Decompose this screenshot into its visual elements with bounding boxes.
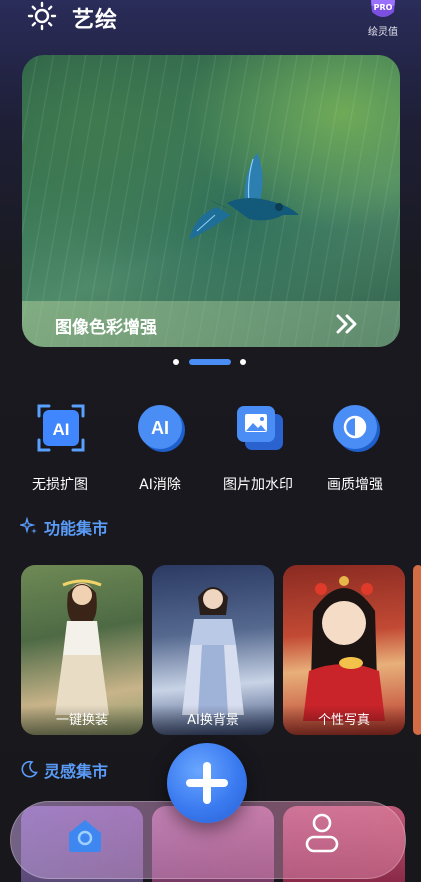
sun-icon[interactable] [27, 1, 57, 31]
moon-icon [21, 760, 38, 778]
tool-label: 图片加水印 [223, 477, 293, 493]
pager-dot-1[interactable] [173, 359, 179, 365]
ai-expand-icon-text: AI [53, 420, 70, 439]
tool-label: AI消除 [139, 477, 181, 493]
ai-erase-icon: AI [138, 405, 185, 452]
feature-card-ai-background[interactable]: AI换背景 [152, 565, 274, 735]
pro-badge[interactable]: PRO [368, 0, 398, 22]
card-portrait-image [182, 587, 244, 715]
sparkle-icon [20, 517, 37, 534]
profile-icon[interactable] [302, 811, 342, 855]
banner-carousel[interactable]: 图像色彩增强 [22, 55, 400, 347]
banner-title: 图像色彩增强 [55, 318, 157, 338]
feature-card-next-peek[interactable] [413, 565, 421, 735]
tool-quality-enhance[interactable]: 画质增强 [310, 400, 400, 496]
tool-label: 画质增强 [327, 477, 383, 493]
features-section-title: 功能集市 [44, 519, 109, 538]
quality-enhance-icon [333, 405, 380, 452]
app-title: 艺绘 [72, 8, 119, 33]
tool-label: 无损扩图 [32, 477, 88, 493]
tool-ai-erase[interactable]: AI AI消除 [115, 400, 205, 496]
banner-caption: 图像色彩增强 [22, 301, 400, 347]
pager-dot-2-active[interactable] [189, 359, 231, 365]
create-add-button[interactable] [167, 743, 247, 823]
feature-card-label: AI换背景 [187, 713, 239, 728]
home-icon[interactable] [65, 815, 105, 855]
app-header: 艺绘 PRO 绘灵值 [0, 0, 421, 44]
bird-illustration [189, 153, 299, 240]
feature-card-portrait[interactable]: 个性写真 [283, 565, 405, 735]
tool-image-watermark[interactable]: 图片加水印 [213, 400, 303, 496]
ai-erase-icon-text: AI [151, 418, 169, 438]
pro-badge-text: PRO [373, 3, 393, 12]
pager-dot-3[interactable] [240, 359, 246, 365]
card-portrait-image [55, 579, 109, 715]
feature-card-label: 个性写真 [317, 713, 370, 728]
feature-card-outfit-swap[interactable]: 一键换装 [21, 565, 143, 735]
feature-card-label: 一键换装 [55, 713, 108, 728]
double-chevron-right-icon[interactable] [336, 314, 358, 334]
tool-lossless-expand[interactable]: AI 无损扩图 [15, 400, 105, 496]
card-portrait-image [303, 576, 385, 721]
ai-expand-icon: AI [37, 404, 85, 452]
image-watermark-icon [237, 406, 283, 450]
pro-points-label[interactable]: 绘灵值 [358, 23, 408, 38]
inspiration-section-title: 灵感集市 [44, 762, 109, 781]
